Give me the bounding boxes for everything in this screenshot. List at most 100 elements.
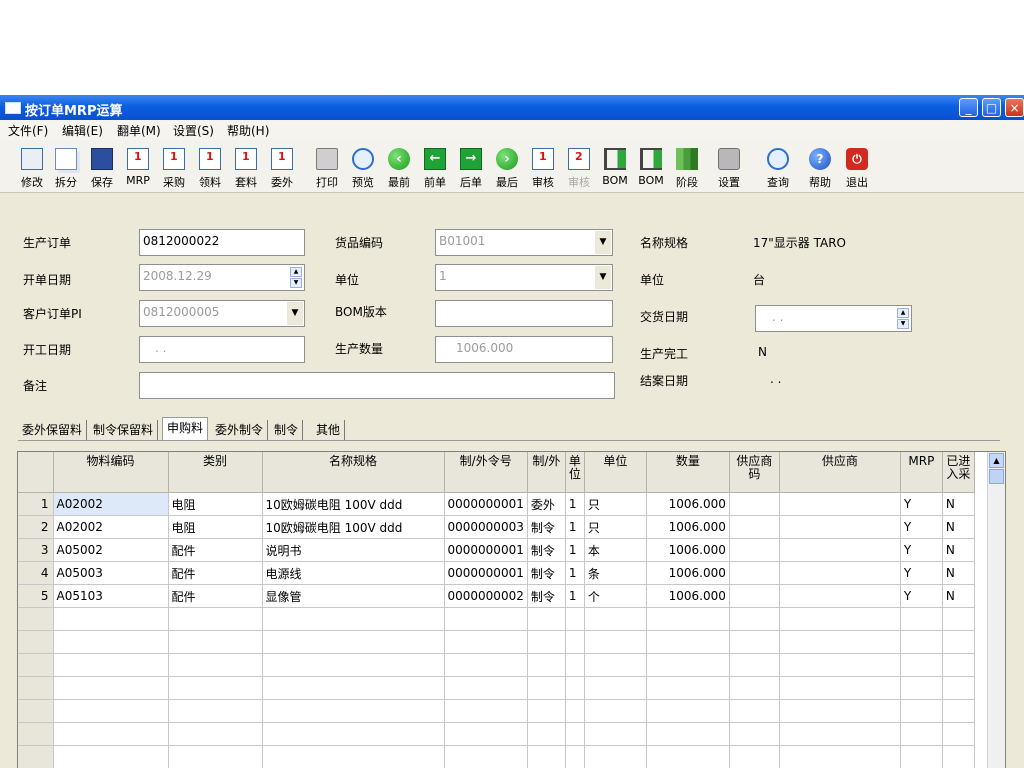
column-header[interactable]: 制/外 <box>527 452 566 493</box>
table-cell[interactable] <box>900 745 943 768</box>
column-header[interactable]: 已进 入采 <box>942 452 975 493</box>
table-cell[interactable] <box>779 630 901 654</box>
table-cell[interactable] <box>444 699 528 723</box>
table-cell[interactable] <box>565 699 585 723</box>
save-button[interactable]: 保存 <box>85 146 119 190</box>
table-cell[interactable]: 10欧姆碳电阻 100V ddd <box>262 515 445 539</box>
table-cell[interactable]: 1006.000 <box>646 561 730 585</box>
table-cell[interactable]: Y <box>900 561 943 585</box>
table-cell[interactable] <box>565 745 585 768</box>
menu-reorder[interactable]: 翻单(M) <box>117 122 161 139</box>
table-cell[interactable]: 只 <box>584 492 647 516</box>
table-cell[interactable] <box>900 722 943 746</box>
table-cell[interactable] <box>444 722 528 746</box>
preview-button[interactable]: 预览 <box>346 146 380 190</box>
open-date-spinner[interactable]: ▲ ▼ <box>290 267 302 288</box>
table-cell[interactable]: 配件 <box>168 538 263 562</box>
table-cell[interactable] <box>729 722 780 746</box>
table-cell[interactable]: 说明书 <box>262 538 445 562</box>
tab-other[interactable]: 其他 <box>312 420 346 440</box>
table-cell[interactable]: N <box>942 584 975 608</box>
table-cell[interactable] <box>53 653 169 677</box>
table-cell[interactable] <box>53 607 169 631</box>
scroll-up-icon[interactable]: ▲ <box>989 453 1004 468</box>
table-cell[interactable] <box>779 607 901 631</box>
table-cell[interactable] <box>779 699 901 723</box>
table-cell[interactable]: N <box>942 538 975 562</box>
table-cell[interactable] <box>168 722 263 746</box>
table-cell[interactable] <box>779 676 901 700</box>
table-cell[interactable]: 0000000003 <box>444 515 528 539</box>
table-cell[interactable]: 只 <box>584 515 647 539</box>
table-cell[interactable] <box>262 653 445 677</box>
table-cell[interactable] <box>527 722 566 746</box>
table-cell[interactable] <box>53 745 169 768</box>
table-cell[interactable] <box>168 607 263 631</box>
table-cell[interactable] <box>646 653 730 677</box>
table-cell[interactable]: N <box>942 515 975 539</box>
table-cell[interactable] <box>779 653 901 677</box>
table-cell[interactable] <box>168 653 263 677</box>
settings-button[interactable]: 设置 <box>712 146 746 190</box>
material-grid[interactable]: 物料编码 类别 名称规格 制/外令号 制/外单 位单位 数量 供应商 码供应商 MRP 已进 入… <box>17 451 1006 768</box>
chevron-down-icon[interactable]: ▼ <box>287 302 303 325</box>
table-cell[interactable]: 10欧姆碳电阻 100V ddd <box>262 492 445 516</box>
table-cell[interactable]: 电源线 <box>262 561 445 585</box>
table-cell[interactable]: 配件 <box>168 584 263 608</box>
table-cell[interactable] <box>584 699 647 723</box>
menu-file[interactable]: 文件(F) <box>8 122 48 139</box>
help-button[interactable]: ? 帮助 <box>803 146 837 190</box>
table-cell[interactable]: 0000000001 <box>444 492 528 516</box>
column-header[interactable]: 供应商 <box>779 452 901 493</box>
bom-button-2[interactable]: BOM <box>634 146 668 190</box>
table-cell[interactable] <box>168 745 263 768</box>
item-code-field[interactable]: B01001 ▼ <box>435 229 613 256</box>
delivery-date-spinner[interactable]: ▲ ▼ <box>897 308 909 329</box>
empty-row[interactable] <box>18 676 975 700</box>
empty-row[interactable] <box>18 722 975 746</box>
table-cell[interactable]: A05103 <box>53 584 169 608</box>
tab-order-reserve[interactable]: 制令保留料 <box>89 420 159 440</box>
table-cell[interactable]: 1 <box>565 492 585 516</box>
column-header[interactable]: 数量 <box>646 452 730 493</box>
table-cell[interactable] <box>53 630 169 654</box>
chevron-down-icon[interactable]: ▼ <box>595 231 611 254</box>
table-row[interactable]: 1 A02002 电阻 10欧姆碳电阻 100V ddd 0000000001 委外 1 只 1… <box>18 492 975 516</box>
table-cell[interactable] <box>942 722 975 746</box>
pick-material-button[interactable]: 领料 <box>193 146 227 190</box>
column-header[interactable]: MRP <box>900 452 943 493</box>
table-cell[interactable] <box>565 607 585 631</box>
table-cell[interactable]: 1006.000 <box>646 584 730 608</box>
table-cell[interactable] <box>942 745 975 768</box>
next-button[interactable]: → 后单 <box>454 146 488 190</box>
table-cell[interactable] <box>262 676 445 700</box>
table-cell[interactable] <box>900 653 943 677</box>
table-cell[interactable] <box>565 653 585 677</box>
menu-help[interactable]: 帮助(H) <box>227 122 269 139</box>
column-header[interactable]: 单位 <box>584 452 647 493</box>
table-cell[interactable] <box>646 607 730 631</box>
table-cell[interactable] <box>779 515 901 539</box>
table-cell[interactable] <box>779 745 901 768</box>
open-date-field[interactable]: 2008.12.29 ▲ ▼ <box>139 264 305 291</box>
delivery-date-field[interactable]: . . ▲ ▼ <box>755 305 912 332</box>
table-cell[interactable] <box>729 653 780 677</box>
table-cell[interactable]: 1 <box>565 561 585 585</box>
remarks-field[interactable] <box>139 372 615 399</box>
table-cell[interactable] <box>900 699 943 723</box>
table-cell[interactable] <box>262 722 445 746</box>
table-cell[interactable] <box>584 630 647 654</box>
table-cell[interactable] <box>900 676 943 700</box>
table-cell[interactable] <box>262 745 445 768</box>
table-cell[interactable] <box>527 653 566 677</box>
table-cell[interactable]: 制令 <box>527 561 566 585</box>
first-button[interactable]: ‹ 最前 <box>382 146 416 190</box>
table-cell[interactable] <box>53 676 169 700</box>
table-cell[interactable] <box>942 630 975 654</box>
production-order-field[interactable]: 0812000022 <box>139 229 305 256</box>
table-cell[interactable] <box>729 561 780 585</box>
production-qty-field[interactable]: 1006.000 <box>435 336 613 363</box>
menu-edit[interactable]: 编辑(E) <box>62 122 103 139</box>
table-cell[interactable] <box>527 699 566 723</box>
table-cell[interactable]: Y <box>900 515 943 539</box>
